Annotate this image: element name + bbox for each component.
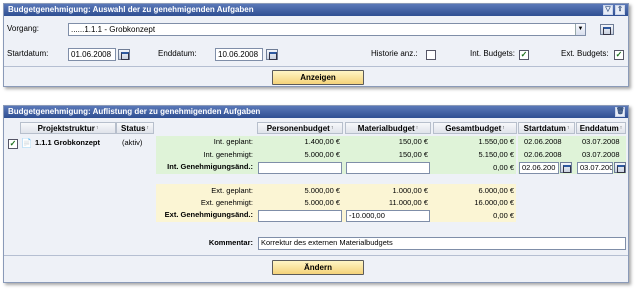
selection-panel: Budgetgenehmigung: Auswahl der zu genehm… bbox=[3, 3, 629, 87]
ext-aend-material-input[interactable]: -10.000,00 bbox=[346, 210, 430, 222]
ext-geplant-person: 5.000,00 € bbox=[304, 186, 340, 195]
int-genehmigt-material: 150,00 € bbox=[398, 150, 428, 159]
collapse-icon[interactable]: ⇧ bbox=[615, 5, 625, 15]
int-aend-start-input[interactable]: 02.06.200 bbox=[519, 162, 559, 174]
list-panel: Budgetgenehmigung: Auflistung der zu gen… bbox=[3, 105, 629, 283]
int-aend-start-calendar-icon[interactable] bbox=[560, 162, 572, 173]
startdatum-input[interactable]: 01.06.2008 bbox=[68, 48, 116, 61]
row-label-int-geplant: Int. geplant: bbox=[213, 137, 253, 146]
task-checkbox[interactable]: ✓ bbox=[8, 139, 18, 149]
ext-budgets-label: Ext. Budgets: bbox=[561, 49, 609, 58]
ext-genehmigt-person: 5.000,00 € bbox=[304, 198, 340, 207]
task-document-icon: 📄 bbox=[21, 138, 33, 148]
col-gesamtbudget[interactable]: Gesamtbudget bbox=[433, 122, 517, 134]
col-personenbudget[interactable]: Personenbudget bbox=[257, 122, 343, 134]
ext-genehmigt-gesamt: 16.000,00 € bbox=[474, 198, 514, 207]
int-aend-material-input[interactable] bbox=[346, 162, 430, 174]
vorgang-value: ......1.1.1 - Grobkonzept bbox=[71, 25, 156, 34]
int-geplant-material: 150,00 € bbox=[398, 137, 428, 146]
col-projektstruktur[interactable]: Projektstruktur bbox=[20, 122, 116, 134]
enddatum-input[interactable]: 10.06.2008 bbox=[215, 48, 263, 61]
ext-aend-person-input[interactable] bbox=[258, 210, 342, 222]
int-aend-end-calendar-icon[interactable] bbox=[614, 162, 626, 173]
startdatum-label: Startdatum: bbox=[7, 49, 49, 58]
selection-panel-header: Budgetgenehmigung: Auswahl der zu genehm… bbox=[4, 4, 628, 16]
vorgang-label: Vorgang: bbox=[7, 24, 40, 33]
list-panel-title: Budgetgenehmigung: Auflistung der zu gen… bbox=[8, 107, 261, 116]
historie-label: Historie anz.: bbox=[371, 49, 418, 58]
ext-aend-gesamt: 0,00 € bbox=[493, 211, 514, 220]
row-label-ext-aend: Ext. Genehmigungsänd.: bbox=[164, 210, 253, 219]
col-startdatum[interactable]: Startdatum bbox=[518, 122, 575, 134]
filter-icon[interactable]: ▽ bbox=[603, 5, 613, 15]
kommentar-input[interactable]: Korrektur des externen Materialbudgets bbox=[258, 237, 626, 250]
int-aend-gesamt: 0,00 € bbox=[493, 163, 514, 172]
int-genehmigt-person: 5.000,00 € bbox=[304, 150, 340, 159]
ext-budgets-checkbox[interactable]: ✓ bbox=[614, 50, 624, 60]
startdatum-calendar-icon[interactable] bbox=[118, 49, 130, 60]
int-budgets-checkbox[interactable]: ✓ bbox=[519, 50, 529, 60]
row-label-int-aend: Int. Genehmigungsänd.: bbox=[167, 162, 253, 171]
row-label-ext-genehmigt: Ext. genehmigt: bbox=[200, 198, 253, 207]
int-genehmigt-end: 03.07.2008 bbox=[582, 150, 620, 159]
aendern-button[interactable]: Ändern bbox=[272, 260, 364, 275]
int-genehmigt-start: 02.06.2008 bbox=[524, 150, 562, 159]
int-budgets-label: Int. Budgets: bbox=[470, 49, 515, 58]
col-materialbudget[interactable]: Materialbudget bbox=[345, 122, 431, 134]
ext-geplant-gesamt: 6.000,00 € bbox=[478, 186, 514, 195]
task-status: (aktiv) bbox=[122, 138, 143, 147]
chevron-down-icon[interactable]: ▼ bbox=[575, 24, 585, 35]
int-aend-person-input[interactable] bbox=[258, 162, 342, 174]
anzeigen-button[interactable]: Anzeigen bbox=[272, 70, 364, 85]
task-name[interactable]: 1.1.1 Grobkonzept bbox=[35, 137, 100, 149]
row-label-int-genehmigt: Int. genehmigt: bbox=[203, 150, 253, 159]
enddatum-label: Enddatum: bbox=[158, 49, 197, 58]
col-status[interactable]: Status bbox=[116, 122, 154, 134]
int-aend-end-input[interactable]: 03.07.200 bbox=[577, 162, 613, 174]
delete-icon[interactable]: 🗑 bbox=[615, 107, 625, 117]
int-geplant-end: 03.07.2008 bbox=[582, 137, 620, 146]
selection-panel-title: Budgetgenehmigung: Auswahl der zu genehm… bbox=[8, 5, 254, 14]
int-geplant-person: 1.400,00 € bbox=[304, 137, 340, 146]
col-enddatum[interactable]: Enddatum bbox=[576, 122, 626, 134]
int-geplant-gesamt: 1.550,00 € bbox=[478, 137, 514, 146]
vorgang-select[interactable]: ......1.1.1 - Grobkonzept ▼ bbox=[68, 23, 586, 36]
enddatum-calendar-icon[interactable] bbox=[266, 49, 278, 60]
list-panel-header: Budgetgenehmigung: Auflistung der zu gen… bbox=[4, 106, 628, 118]
kommentar-label: Kommentar: bbox=[208, 238, 253, 247]
int-genehmigt-gesamt: 5.150,00 € bbox=[478, 150, 514, 159]
row-label-ext-geplant: Ext. geplant: bbox=[211, 186, 253, 195]
ext-genehmigt-material: 11.000,00 € bbox=[388, 198, 428, 207]
int-geplant-start: 02.06.2008 bbox=[524, 137, 562, 146]
historie-checkbox[interactable] bbox=[426, 50, 436, 60]
ext-geplant-material: 1.000,00 € bbox=[392, 186, 428, 195]
vorgang-list-icon[interactable] bbox=[600, 24, 614, 35]
